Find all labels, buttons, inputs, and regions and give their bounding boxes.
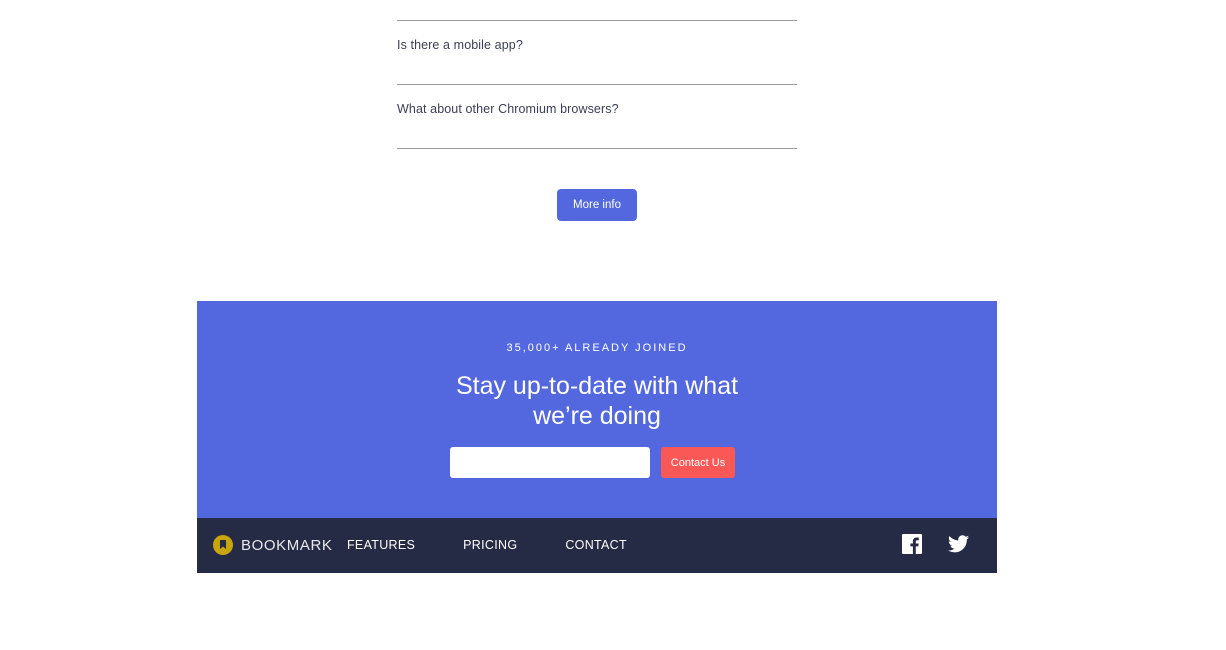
bookmark-logo-icon: [213, 535, 233, 555]
footer-link-contact[interactable]: CONTACT: [565, 538, 627, 552]
contact-us-button[interactable]: Contact Us: [661, 447, 735, 478]
faq-section: Is there a mobile app? What about other …: [397, 20, 797, 149]
footer-link-features[interactable]: FEATURES: [347, 538, 415, 552]
twitter-icon[interactable]: [948, 535, 969, 553]
logo-text: BOOKMARK: [241, 536, 333, 554]
faq-item-mobile-app[interactable]: Is there a mobile app?: [397, 21, 797, 85]
footer: BOOKMARK FEATURES PRICING CONTACT: [197, 518, 997, 573]
heading-line-1: Stay up-to-date with what: [455, 372, 739, 400]
faq-question: What about other Chromium browsers?: [397, 102, 619, 116]
bookmark-logo[interactable]: BOOKMARK: [213, 535, 332, 555]
footer-link-pricing[interactable]: PRICING: [463, 538, 517, 552]
newsletter-banner: 35,000+ ALREADY JOINED Stay up-to-date w…: [197, 301, 997, 518]
more-info-button[interactable]: More info: [557, 189, 637, 221]
email-input[interactable]: [450, 447, 650, 478]
newsletter-heading: Stay up-to-date with what we’re doing: [197, 371, 997, 431]
social-links: [902, 534, 969, 554]
page: Is there a mobile app? What about other …: [0, 0, 1226, 650]
footer-nav: FEATURES PRICING CONTACT: [347, 538, 675, 552]
faq-item-chromium[interactable]: What about other Chromium browsers?: [397, 85, 797, 149]
heading-line-2: we’re doing: [533, 402, 661, 430]
joined-count: 35,000+ ALREADY JOINED: [506, 342, 688, 354]
facebook-icon[interactable]: [902, 534, 922, 554]
faq-question: Is there a mobile app?: [397, 38, 523, 52]
